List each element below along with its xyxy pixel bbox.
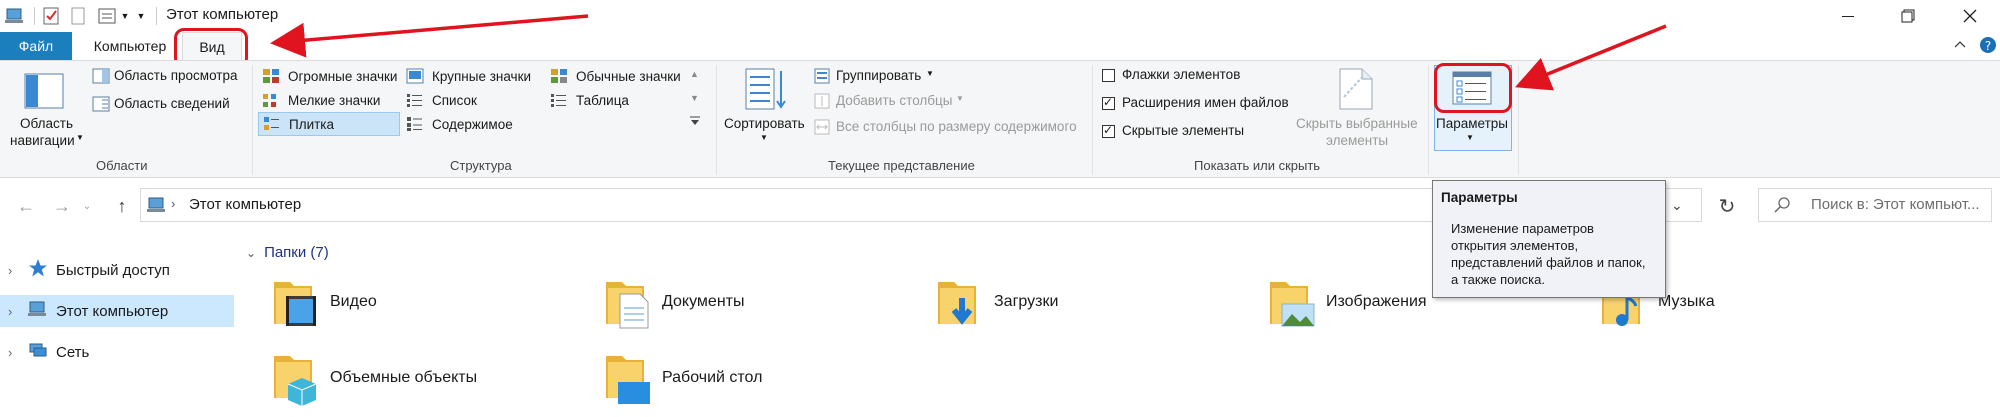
- search-icon: [1773, 196, 1791, 218]
- arrow-to-options: [1515, 24, 1667, 91]
- tooltip-line: Изменение параметров: [1451, 221, 1594, 236]
- folder-videos[interactable]: Видео: [272, 274, 377, 330]
- refresh-icon: ↻: [1718, 195, 1736, 218]
- folder-desktop[interactable]: Рабочий стол: [604, 348, 762, 408]
- video-folder-icon: [274, 282, 316, 326]
- tooltip-line: а также поиска.: [1451, 272, 1545, 287]
- address-dropdown-icon[interactable]: ⌄: [1671, 197, 1683, 214]
- folder-pictures[interactable]: Изображения: [1268, 274, 1427, 330]
- folder-downloads[interactable]: Загрузки: [936, 274, 1058, 330]
- star-icon: [28, 258, 50, 282]
- forward-arrow-icon: →: [53, 195, 71, 216]
- search-placeholder: Поиск в: Этот компьют...: [1811, 196, 1980, 213]
- folder-label: Загрузки: [994, 293, 1059, 310]
- folder-label: Документы: [662, 293, 745, 310]
- search-box[interactable]: Поиск в: Этот компьют...: [1758, 188, 1992, 222]
- refresh-button[interactable]: ↻: [1712, 190, 1742, 222]
- nav-item-label: Быстрый доступ: [56, 261, 170, 279]
- back-arrow-icon: ←: [17, 195, 35, 216]
- show-hide-group-label: Показать или скрыть: [1194, 158, 1321, 173]
- expand-chevron-icon[interactable]: ›: [8, 263, 22, 278]
- options-tooltip: Параметры Изменение параметров открытия …: [1432, 180, 1666, 298]
- nav-item-label: Сеть: [56, 343, 90, 361]
- pictures-folder-icon: [1270, 282, 1315, 327]
- collapse-chevron-icon[interactable]: ⌄: [246, 246, 256, 260]
- nav-item-this-pc[interactable]: › Этот компьютер: [0, 295, 234, 327]
- expand-chevron-icon[interactable]: ›: [8, 304, 22, 319]
- documents-folder-icon: [606, 282, 649, 329]
- nav-item-label: Этот компьютер: [56, 302, 169, 320]
- chevron-down-icon: ⌄: [82, 200, 92, 212]
- up-button[interactable]: ↑: [110, 190, 134, 222]
- panes-group-label: Области: [96, 158, 148, 173]
- current-view-group-label: Текущее представление: [828, 158, 975, 173]
- folder-label: Объемные объекты: [330, 369, 478, 386]
- back-button[interactable]: ←: [14, 190, 38, 222]
- breadcrumb-separator-icon[interactable]: ›: [171, 196, 175, 211]
- tooltip-title: Параметры: [1441, 190, 1518, 205]
- layout-group-label: Структура: [450, 158, 512, 173]
- arrow-to-view-tab: [270, 14, 589, 58]
- nav-item-network[interactable]: › Сеть: [0, 336, 234, 368]
- folder-documents[interactable]: Документы: [604, 274, 744, 330]
- recent-locations-button[interactable]: ⌄: [78, 190, 96, 222]
- folder-label: Рабочий стол: [662, 369, 763, 386]
- nav-item-quick-access[interactable]: › Быстрый доступ: [0, 254, 234, 286]
- tooltip-line: открытия элементов,: [1451, 238, 1579, 253]
- network-icon: [28, 341, 50, 363]
- folder-3d-objects[interactable]: Объемные объекты: [272, 348, 477, 408]
- tooltip-line: представлений файлов и папок,: [1451, 255, 1646, 270]
- annotation-arrows: [270, 14, 1667, 91]
- up-arrow-icon: ↑: [117, 195, 127, 216]
- folder-label: Видео: [330, 293, 377, 310]
- expand-chevron-icon[interactable]: ›: [8, 345, 22, 360]
- 3d-objects-folder-icon: [274, 356, 317, 406]
- group-header-label: Папки (7): [264, 244, 329, 261]
- folder-label: Музыка: [1658, 293, 1715, 310]
- downloads-folder-icon: [938, 282, 976, 325]
- folder-label: Изображения: [1326, 293, 1427, 310]
- computer-icon: [28, 300, 50, 322]
- computer-icon: [147, 196, 167, 218]
- address-row: ← → ⌄ ↑ › Этот компьютер ⌄ ↻ Поиск в: Эт…: [0, 186, 2000, 226]
- desktop-folder-icon: [606, 356, 650, 404]
- folders-group-header[interactable]: ⌄ Папки (7): [246, 244, 329, 261]
- address-path[interactable]: Этот компьютер: [189, 196, 301, 213]
- forward-button[interactable]: →: [50, 190, 74, 222]
